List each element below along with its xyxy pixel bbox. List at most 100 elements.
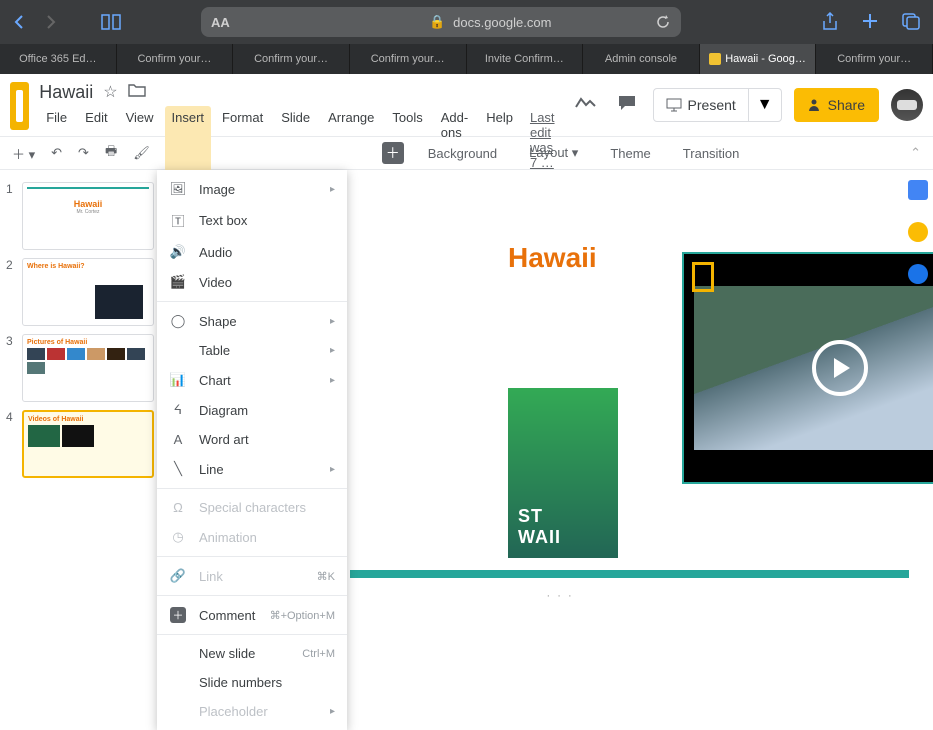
- side-panel-rail: [903, 170, 933, 284]
- paint-format-button[interactable]: 🖌: [133, 145, 150, 161]
- browser-tab-active[interactable]: Hawaii - Goog…: [700, 44, 817, 74]
- insert-special-chars: ΩSpecial characters: [157, 493, 347, 522]
- browser-tabbar: Office 365 Ed… Confirm your… Confirm you…: [0, 44, 933, 74]
- slide-number: 1: [6, 182, 16, 250]
- share-button[interactable]: Share: [794, 88, 879, 122]
- calendar-addon-icon[interactable]: [908, 180, 928, 200]
- tasks-addon-icon[interactable]: [908, 264, 928, 284]
- background-button[interactable]: Background: [420, 142, 505, 165]
- url-bar[interactable]: AA 🔒 docs.google.com: [201, 7, 681, 37]
- slides-logo[interactable]: [10, 82, 29, 130]
- browser-tab[interactable]: Confirm your…: [350, 44, 467, 74]
- present-icon: [666, 98, 682, 112]
- new-slide-button[interactable]: ＋ ▾: [12, 144, 35, 163]
- filmstrip[interactable]: 1 HawaiiMr. Cortez 2 Where is Hawaii? 3 …: [0, 170, 160, 639]
- browser-tab[interactable]: Confirm your…: [117, 44, 234, 74]
- browser-tab[interactable]: Office 365 Ed…: [0, 44, 117, 74]
- menu-format[interactable]: Format: [215, 106, 270, 174]
- wordart-icon: A: [169, 432, 187, 447]
- insert-audio[interactable]: 🔊Audio: [157, 237, 347, 267]
- insert-slide-numbers[interactable]: Slide numbers: [157, 668, 347, 697]
- add-box-button[interactable]: ＋: [382, 142, 404, 164]
- slide-thumb-1[interactable]: 1 HawaiiMr. Cortez: [0, 178, 160, 254]
- menu-slide[interactable]: Slide: [274, 106, 317, 174]
- toolbar-collapse-icon[interactable]: ⌃: [910, 145, 921, 161]
- layout-button[interactable]: Layout ▾: [521, 141, 586, 165]
- comments-icon[interactable]: [613, 90, 641, 121]
- slide-thumb-3[interactable]: 3 Pictures of Hawaii: [0, 330, 160, 406]
- person-plus-icon: [808, 98, 822, 112]
- insert-textbox[interactable]: 🅃Text box: [157, 204, 347, 237]
- text-size-button[interactable]: AA: [211, 15, 230, 30]
- book-icon[interactable]: [100, 13, 122, 31]
- back-button[interactable]: [12, 14, 26, 30]
- speaker-notes-handle[interactable]: · · ·: [547, 590, 574, 602]
- natgeo-logo-icon: [692, 262, 714, 292]
- shape-icon: ◯: [169, 313, 187, 329]
- insert-wordart[interactable]: AWord art: [157, 425, 347, 454]
- insert-link: 🔗Link⌘K: [157, 561, 347, 591]
- keep-addon-icon[interactable]: [908, 222, 928, 242]
- main-area: 1 HawaiiMr. Cortez 2 Where is Hawaii? 3 …: [0, 170, 933, 639]
- url-domain: docs.google.com: [453, 15, 551, 30]
- insert-table[interactable]: Table▸: [157, 336, 347, 365]
- move-to-folder-icon[interactable]: [128, 83, 146, 102]
- menu-insert[interactable]: Insert: [165, 106, 212, 174]
- browser-tab[interactable]: Admin console: [583, 44, 700, 74]
- print-button[interactable]: 🖶: [105, 142, 117, 164]
- menu-view[interactable]: View: [119, 106, 161, 174]
- chart-icon: 📊: [169, 372, 187, 388]
- play-icon[interactable]: [812, 340, 868, 396]
- slide-thumb-4-selected[interactable]: 4 Videos of Hawaii: [0, 406, 160, 482]
- doc-title[interactable]: Hawaii: [39, 82, 93, 103]
- inserted-video-selected[interactable]: [682, 252, 933, 484]
- slide-headline-fragment: Hawaii: [508, 242, 597, 274]
- animation-icon: ◷: [169, 529, 187, 545]
- reload-button[interactable]: [655, 14, 671, 30]
- tabs-button[interactable]: [901, 12, 921, 32]
- browser-tab[interactable]: Confirm your…: [233, 44, 350, 74]
- slide-thumb-2[interactable]: 2 Where is Hawaii?: [0, 254, 160, 330]
- activity-icon[interactable]: [571, 91, 601, 120]
- insert-menu-dropdown: 🖼Image▸ 🅃Text box 🔊Audio 🎬Video ◯Shape▸ …: [157, 170, 347, 730]
- present-button[interactable]: Present: [654, 89, 749, 121]
- slide-number: 2: [6, 258, 16, 326]
- insert-comment[interactable]: ＋Comment⌘+Option+M: [157, 600, 347, 630]
- browser-tab[interactable]: Confirm your…: [816, 44, 933, 74]
- slides-favicon: [709, 53, 721, 65]
- transition-button[interactable]: Transition: [675, 142, 748, 165]
- inserted-image-left[interactable]: ST WAII: [508, 388, 618, 558]
- slide-number: 4: [6, 410, 16, 478]
- app-header: Hawaii ☆ File Edit View Insert Format Sl…: [0, 74, 933, 136]
- safari-toolbar: AA 🔒 docs.google.com: [0, 0, 933, 44]
- insert-new-slide[interactable]: New slideCtrl+M: [157, 639, 347, 668]
- undo-button[interactable]: ↶: [51, 145, 62, 161]
- link-icon: 🔗: [169, 568, 187, 584]
- comment-icon: ＋: [170, 607, 186, 623]
- textbox-icon: 🅃: [169, 211, 187, 230]
- forward-button[interactable]: [44, 14, 58, 30]
- lock-icon: 🔒: [429, 14, 445, 30]
- slide-accent-bar: [350, 570, 909, 578]
- slide-number: 3: [6, 334, 16, 402]
- insert-shape[interactable]: ◯Shape▸: [157, 306, 347, 336]
- theme-button[interactable]: Theme: [602, 142, 658, 165]
- insert-chart[interactable]: 📊Chart▸: [157, 365, 347, 395]
- redo-button[interactable]: ↷: [78, 145, 89, 161]
- insert-image[interactable]: 🖼Image▸: [157, 174, 347, 204]
- insert-video[interactable]: 🎬Video: [157, 267, 347, 297]
- audio-icon: 🔊: [169, 244, 187, 260]
- omega-icon: Ω: [169, 500, 187, 515]
- insert-placeholder: Placeholder▸: [157, 697, 347, 726]
- browser-tab[interactable]: Invite Confirm…: [467, 44, 584, 74]
- star-icon[interactable]: ☆: [103, 82, 117, 102]
- share-icon[interactable]: [821, 12, 839, 32]
- account-avatar[interactable]: [891, 89, 923, 121]
- insert-line[interactable]: ╲Line▸: [157, 454, 347, 484]
- new-tab-button[interactable]: [861, 12, 879, 32]
- menu-file[interactable]: File: [39, 106, 74, 174]
- insert-animation: ◷Animation: [157, 522, 347, 552]
- present-dropdown-button[interactable]: ▼: [749, 89, 781, 121]
- menu-arrange[interactable]: Arrange: [321, 106, 381, 174]
- insert-diagram[interactable]: ᔦDiagram: [157, 395, 347, 425]
